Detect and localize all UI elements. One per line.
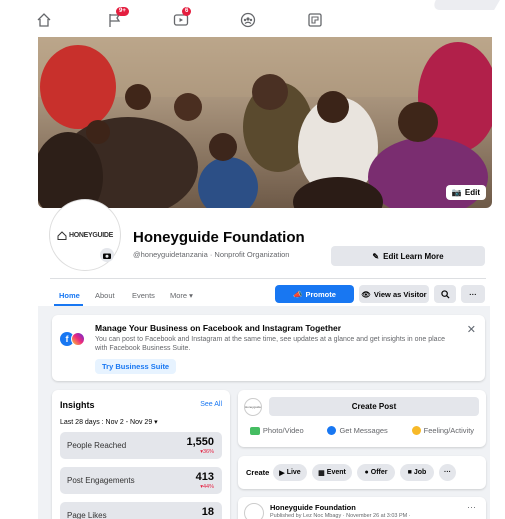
more-create-button[interactable]: ··· bbox=[439, 464, 456, 481]
camera-icon: 📷 bbox=[451, 188, 462, 197]
job-button[interactable]: ■ Job bbox=[400, 464, 434, 481]
insight-label: Post Engagements bbox=[67, 476, 135, 485]
notification-badge: 9+ bbox=[116, 7, 129, 16]
view-as-visitor-button[interactable]: 👁 View as Visitor bbox=[359, 285, 429, 303]
live-video-icon: ▶ bbox=[279, 469, 285, 477]
post-options-button[interactable]: ··· bbox=[467, 502, 476, 512]
try-business-suite-button[interactable]: Try Business Suite bbox=[95, 359, 177, 374]
post-author-avatar[interactable] bbox=[244, 503, 264, 519]
pages-icon[interactable] bbox=[307, 12, 323, 28]
fb-ig-icons: f bbox=[60, 332, 85, 346]
active-tab-indicator bbox=[54, 304, 83, 306]
page-username-category: @honeyguidetanzania · Nonprofit Organiza… bbox=[133, 250, 290, 259]
composer-avatar: Honeyguide bbox=[244, 398, 262, 416]
megaphone-icon: 📣 bbox=[293, 289, 303, 299]
insight-row-page-likes[interactable]: Page Likes 18 bbox=[60, 502, 222, 519]
photo-video-button[interactable]: Photo/Video bbox=[249, 426, 304, 435]
live-label: Live bbox=[286, 469, 301, 476]
post-meta: Published by Lez Noc Mbagy · November 26… bbox=[270, 513, 411, 519]
promote-button[interactable]: 📣 Promote bbox=[275, 285, 354, 303]
insight-label: Page Likes bbox=[67, 511, 107, 519]
feed-post: Honeyguide Foundation Published by Lez N… bbox=[238, 497, 486, 519]
tab-about[interactable]: About bbox=[95, 291, 115, 300]
edit-cover-button[interactable]: 📷 Edit bbox=[445, 185, 486, 200]
insight-delta: ▾36% bbox=[200, 449, 214, 455]
cover-photo[interactable]: 📷 Edit bbox=[38, 37, 492, 208]
create-post-card: Honeyguide Create Post Photo/Video Get M… bbox=[238, 390, 486, 447]
watch-badge: 6 bbox=[182, 7, 192, 16]
groups-icon[interactable] bbox=[240, 12, 256, 28]
page-title: Honeyguide Foundation bbox=[133, 229, 305, 246]
event-label: Event bbox=[326, 469, 346, 476]
edit-learn-more-button[interactable]: ✎ Edit Learn More bbox=[331, 246, 485, 266]
insights-card: Insights See All Last 28 days : Nov 2 - … bbox=[52, 390, 230, 519]
instagram-icon bbox=[71, 332, 85, 346]
page-avatar[interactable]: HONEYGUIDE bbox=[50, 200, 120, 270]
post-author-name[interactable]: Honeyguide Foundation bbox=[270, 503, 356, 512]
edit-learn-more-label: Edit Learn More bbox=[383, 251, 444, 261]
house-logo-icon bbox=[57, 230, 67, 240]
messenger-icon bbox=[327, 426, 337, 435]
get-messages-label: Get Messages bbox=[339, 426, 388, 435]
offer-label: Offer bbox=[370, 469, 388, 476]
photo-icon bbox=[249, 426, 260, 435]
business-suite-title: Manage Your Business on Facebook and Ins… bbox=[95, 323, 342, 333]
briefcase-icon: ■ bbox=[407, 469, 412, 476]
tag-icon: ● bbox=[364, 469, 369, 476]
photo-video-label: Photo/Video bbox=[262, 426, 304, 435]
feeling-activity-label: Feeling/Activity bbox=[423, 426, 475, 435]
tabs-divider bbox=[50, 278, 486, 279]
home-icon[interactable] bbox=[36, 12, 52, 28]
insight-value: 1,550 bbox=[186, 436, 214, 448]
insight-row-post-engagements[interactable]: Post Engagements 413 ▾44% bbox=[60, 467, 222, 494]
more-options-button[interactable]: ··· bbox=[461, 285, 485, 303]
watch-icon[interactable]: 6 bbox=[173, 7, 192, 28]
insight-value: 413 bbox=[195, 471, 214, 483]
top-navigation: 9+ 6 bbox=[0, 0, 505, 38]
flag-icon[interactable]: 9+ bbox=[107, 7, 129, 28]
create-label: Create bbox=[246, 468, 270, 477]
create-post-button[interactable]: Create Post bbox=[269, 397, 479, 416]
eye-icon: 👁 bbox=[361, 289, 371, 299]
offer-button[interactable]: ● Offer bbox=[357, 464, 395, 481]
business-suite-description: You can post to Facebook and Instagram a… bbox=[95, 336, 445, 352]
close-icon[interactable]: ✕ bbox=[467, 323, 476, 336]
see-all-link[interactable]: See All bbox=[200, 401, 222, 408]
update-avatar-camera-icon[interactable] bbox=[100, 248, 114, 262]
view-as-visitor-label: View as Visitor bbox=[373, 289, 427, 299]
search-button[interactable] bbox=[434, 285, 456, 303]
corner-decoration bbox=[430, 0, 500, 10]
honeyguide-logo: HONEYGUIDE bbox=[57, 230, 114, 240]
insights-title: Insights bbox=[60, 400, 95, 410]
insight-value: 18 bbox=[201, 506, 214, 518]
get-messages-button[interactable]: Get Messages bbox=[327, 426, 388, 435]
tab-home[interactable]: Home bbox=[59, 291, 80, 300]
tab-events[interactable]: Events bbox=[132, 291, 155, 300]
insight-delta: ▾44% bbox=[200, 484, 214, 490]
date-range-selector[interactable]: Last 28 days : Nov 2 - Nov 29 ▾ bbox=[60, 418, 158, 426]
logo-text: HONEYGUIDE bbox=[68, 231, 114, 239]
smiley-icon bbox=[411, 426, 421, 435]
feeling-activity-button[interactable]: Feeling/Activity bbox=[411, 426, 475, 435]
pencil-icon: ✎ bbox=[372, 251, 380, 261]
business-suite-card: f Manage Your Business on Facebook and I… bbox=[52, 315, 485, 381]
job-label: Job bbox=[413, 469, 427, 476]
create-shortcuts-card: Create ▶ Live ▦ Event ● Offer ■ Job ··· bbox=[238, 456, 486, 489]
insight-row-people-reached[interactable]: People Reached 1,550 ▾36% bbox=[60, 432, 222, 459]
calendar-icon: ▦ bbox=[318, 469, 325, 477]
cover-photo-image bbox=[38, 37, 492, 208]
tab-more[interactable]: More ▾ bbox=[170, 291, 193, 300]
event-button[interactable]: ▦ Event bbox=[312, 464, 352, 481]
edit-cover-label: Edit bbox=[464, 188, 480, 197]
live-button[interactable]: ▶ Live bbox=[273, 464, 307, 481]
search-icon bbox=[440, 289, 450, 299]
composer-actions: Photo/Video Get Messages Feeling/Activit… bbox=[238, 426, 486, 435]
insight-label: People Reached bbox=[67, 441, 127, 450]
promote-label: Promote bbox=[305, 289, 336, 299]
